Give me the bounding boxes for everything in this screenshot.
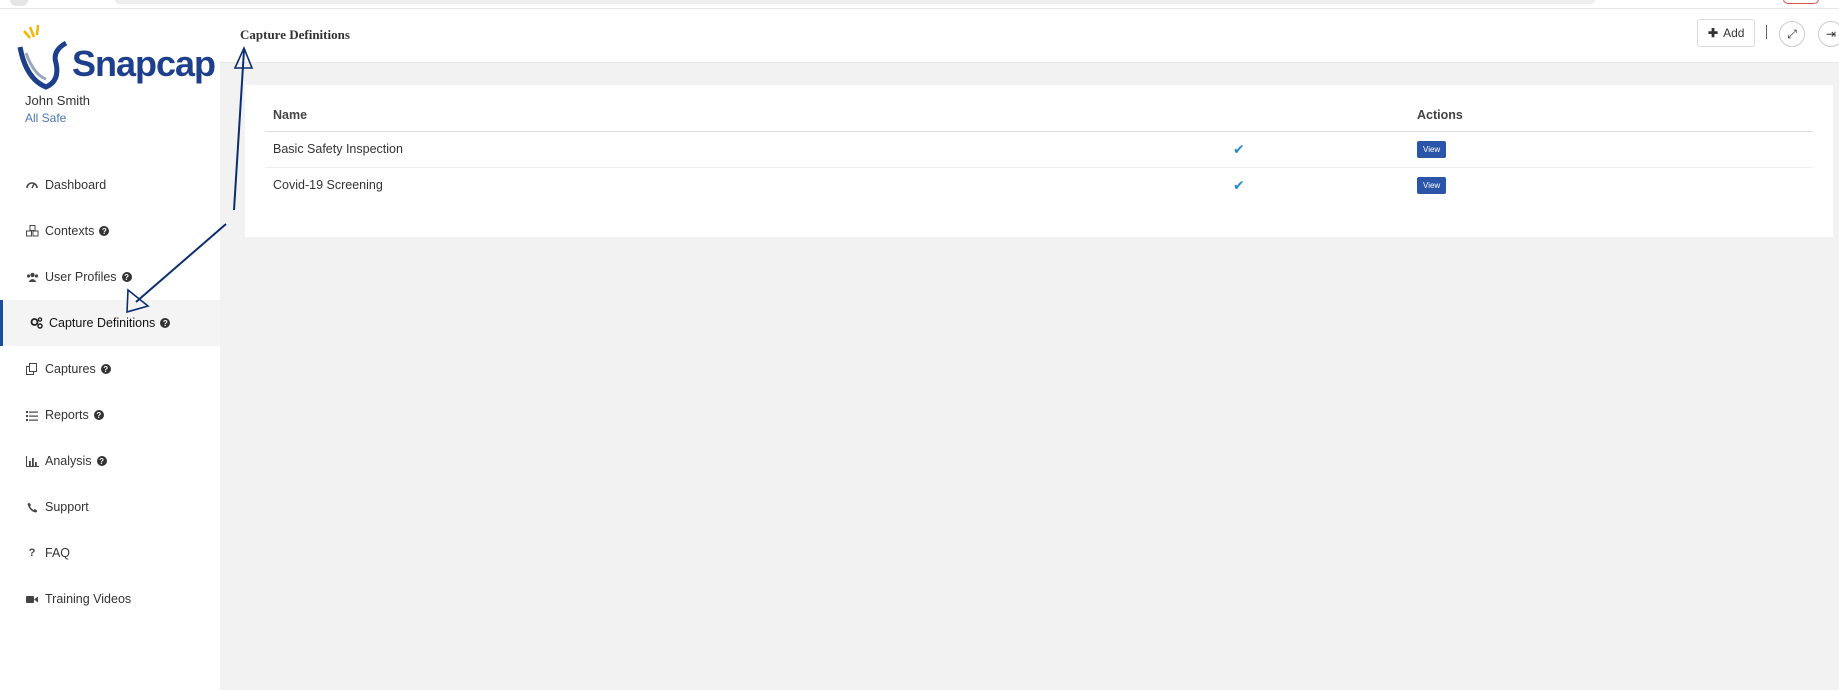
sidebar-item-capture-definitions[interactable]: Capture Definitions ? xyxy=(0,300,220,346)
page-header: Capture Definitions ✚ Add ⤢ ⇥ xyxy=(220,9,1839,63)
sidebar-item-user-profiles[interactable]: User Profiles ? xyxy=(0,254,220,300)
sidebar-item-label: FAQ xyxy=(45,546,71,560)
sidebar-item-label: Analysis xyxy=(45,454,92,468)
browser-badge xyxy=(1783,0,1819,4)
logout-button[interactable]: ⇥ xyxy=(1818,21,1839,47)
dashboard-icon xyxy=(25,178,39,192)
question-icon: ? xyxy=(28,547,36,559)
definition-name: Covid-19 Screening xyxy=(273,178,383,193)
users-icon xyxy=(25,270,39,284)
table-row: Covid-19 Screening ✔ View xyxy=(265,167,1813,203)
sidebar-item-label: Dashboard xyxy=(45,178,107,192)
list-icon xyxy=(25,408,39,422)
check-icon: ✔ xyxy=(1233,140,1245,157)
sidebar-item-reports[interactable]: Reports ? xyxy=(0,392,220,438)
cubes-icon xyxy=(25,224,39,238)
toolbar-divider xyxy=(1766,25,1767,39)
sidebar-item-captures[interactable]: Captures ? xyxy=(0,346,220,392)
sign-out-icon: ⇥ xyxy=(1825,27,1837,41)
sidebar: Snapcap John Smith All Safe Dashboard Co… xyxy=(0,9,220,690)
help-icon[interactable]: ? xyxy=(96,456,107,466)
user-org[interactable]: All Safe xyxy=(25,111,66,125)
sidebar-item-analysis[interactable]: Analysis ? xyxy=(0,438,220,484)
add-button[interactable]: ✚ Add xyxy=(1697,19,1756,47)
table-header-row: Name Actions xyxy=(265,99,1813,132)
help-icon[interactable]: ? xyxy=(100,364,111,374)
video-icon xyxy=(25,592,39,606)
help-icon[interactable]: ? xyxy=(121,272,132,282)
active-status-cell: ✔ xyxy=(1227,167,1409,203)
column-header-name: Name xyxy=(265,99,1227,132)
table-row: Basic Safety Inspection ✔ View xyxy=(265,131,1813,168)
user-name: John Smith xyxy=(25,93,91,108)
gears-icon xyxy=(29,316,43,330)
sidebar-nav: Dashboard Contexts ? User Profiles ? Cap… xyxy=(0,162,220,622)
check-icon: ✔ xyxy=(1233,176,1245,193)
sidebar-item-label: Contexts xyxy=(45,224,95,238)
sidebar-item-label: User Profiles xyxy=(45,270,117,284)
capture-definitions-table: Name Actions Basic Safety Inspection ✔ V… xyxy=(265,99,1813,203)
page-title: Capture Definitions xyxy=(240,27,350,42)
browser-address-bar xyxy=(115,0,1595,4)
view-button[interactable]: View xyxy=(1417,176,1447,194)
actions-cell: View xyxy=(1409,167,1813,203)
expand-button[interactable]: ⤢ xyxy=(1779,21,1805,47)
help-icon[interactable]: ? xyxy=(99,226,110,236)
active-status-cell: ✔ xyxy=(1227,131,1409,168)
sidebar-item-training-videos[interactable]: Training Videos xyxy=(0,576,220,622)
help-icon[interactable]: ? xyxy=(93,410,104,420)
column-header-actions: Actions xyxy=(1409,99,1813,132)
sidebar-item-support[interactable]: Support xyxy=(0,484,220,530)
help-icon[interactable]: ? xyxy=(160,318,171,328)
sidebar-item-label: Support xyxy=(45,500,89,514)
sidebar-item-dashboard[interactable]: Dashboard xyxy=(0,162,220,208)
sidebar-item-label: Reports xyxy=(45,408,89,422)
app-logo[interactable]: Snapcap xyxy=(16,23,216,95)
column-header-status xyxy=(1227,99,1409,132)
add-button-label: Add xyxy=(1723,26,1745,40)
capture-definitions-card: Name Actions Basic Safety Inspection ✔ V… xyxy=(245,85,1833,237)
plus-icon: ✚ xyxy=(1708,26,1719,40)
sidebar-item-faq[interactable]: ? FAQ xyxy=(0,530,220,576)
browser-control xyxy=(10,0,28,6)
definition-name: Basic Safety Inspection xyxy=(265,131,1227,168)
logo-text: Snapcap xyxy=(72,43,216,84)
sidebar-item-label: Capture Definitions xyxy=(49,316,156,330)
browser-top-strip xyxy=(0,0,1839,9)
actions-cell: View xyxy=(1409,131,1813,168)
sidebar-item-contexts[interactable]: Contexts ? xyxy=(0,208,220,254)
logo-mark-icon xyxy=(17,24,68,90)
expand-icon: ⤢ xyxy=(1787,26,1797,41)
bar-chart-icon xyxy=(25,454,39,468)
annotation-arrow-up xyxy=(233,49,245,211)
view-button[interactable]: View xyxy=(1417,140,1447,158)
phone-icon xyxy=(25,500,39,514)
sidebar-item-label: Captures xyxy=(45,362,96,376)
sidebar-item-label: Training Videos xyxy=(45,592,132,606)
copy-icon xyxy=(25,362,39,376)
